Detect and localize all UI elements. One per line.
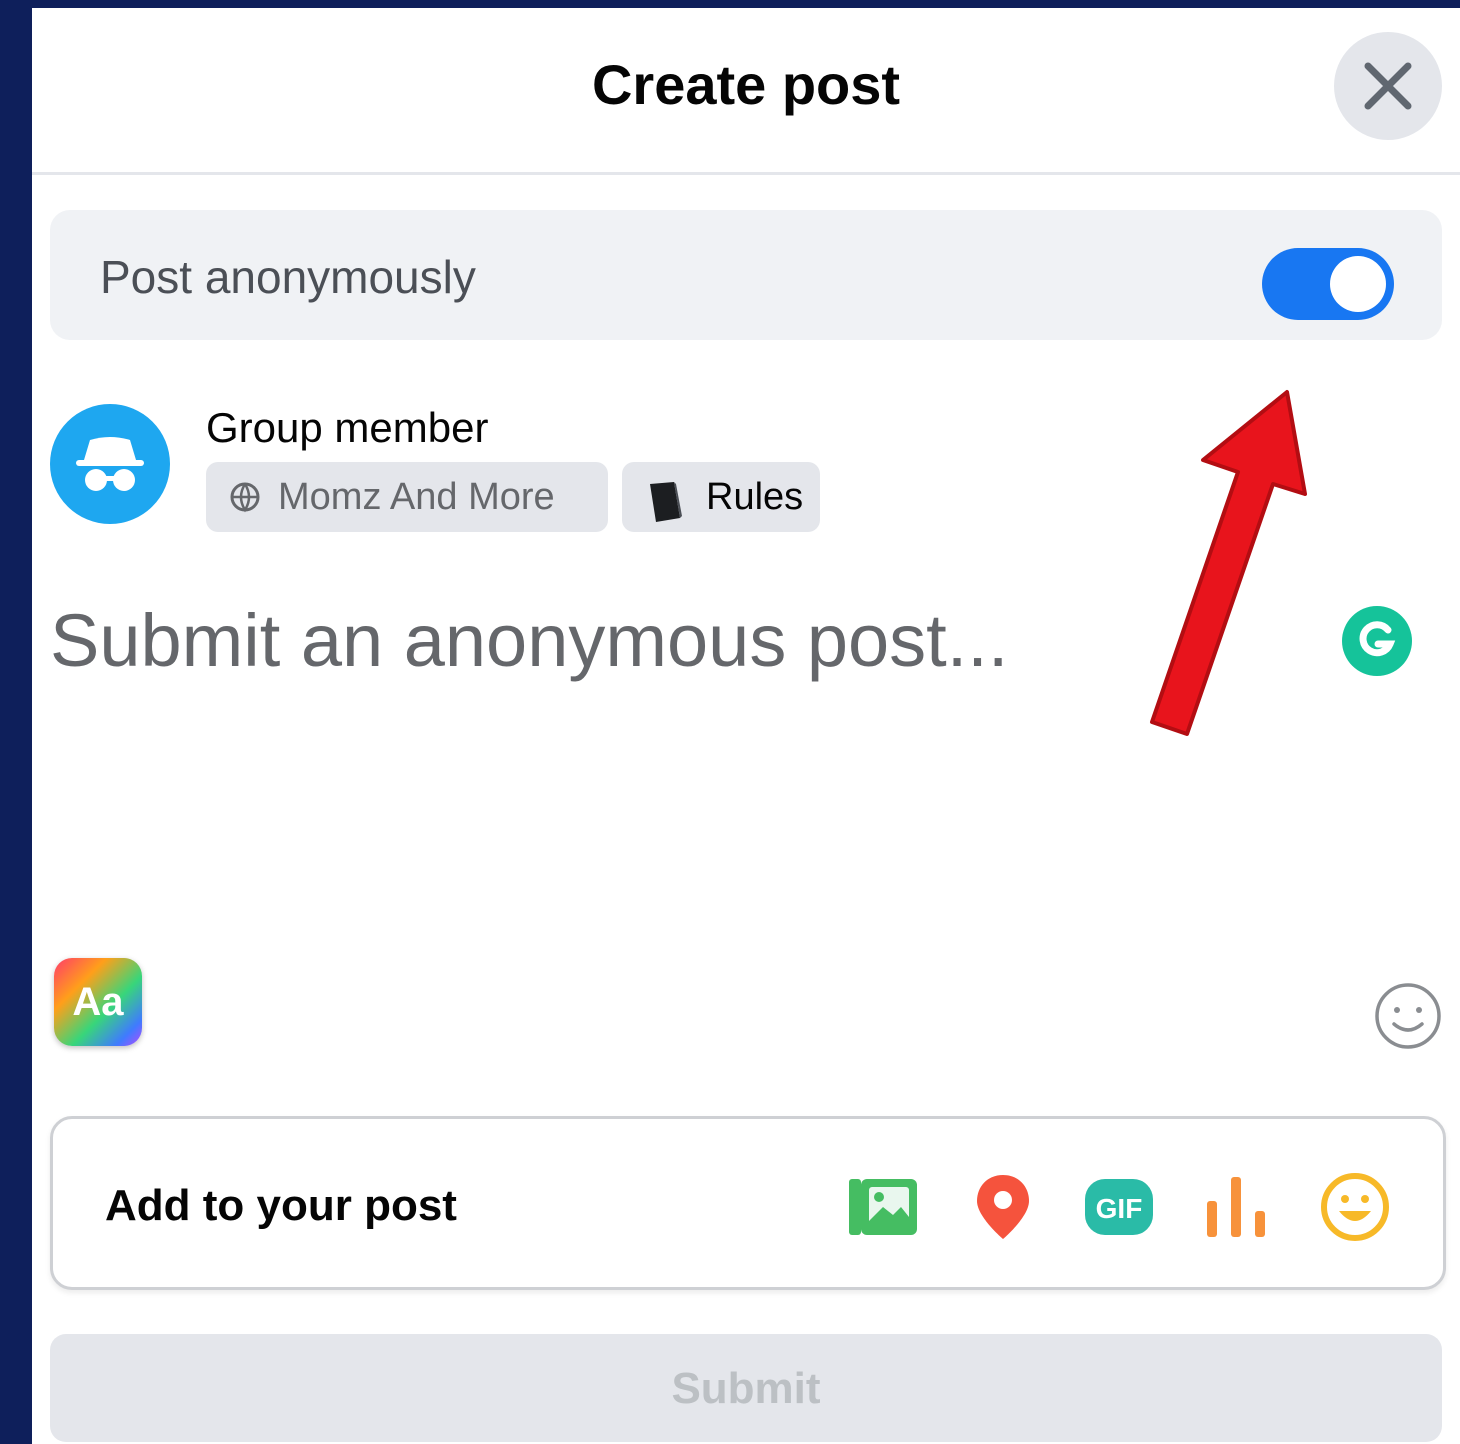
gif-icon: GIF (1085, 1179, 1153, 1235)
avatar (50, 404, 170, 524)
poll-icon (1207, 1177, 1265, 1237)
dialog-header: Create post (32, 8, 1460, 175)
poll-button[interactable] (1201, 1171, 1273, 1243)
photo-icon (849, 1179, 917, 1235)
post-anonymously-toggle[interactable] (1262, 248, 1394, 320)
emoji-button[interactable] (1372, 980, 1444, 1052)
submit-button[interactable]: Submit (50, 1334, 1442, 1442)
rules-chip-label: Rules (706, 476, 804, 518)
add-to-post-label: Add to your post (105, 1181, 457, 1230)
grammarly-icon (1359, 621, 1396, 657)
text-background-button[interactable]: Aa (54, 958, 142, 1046)
dialog-title: Create post (591, 53, 901, 116)
group-chip[interactable]: Momz And More (206, 462, 608, 532)
create-post-dialog: Create post Post anonymously Group membe… (32, 8, 1460, 1444)
group-chip-label: Momz And More (278, 476, 555, 518)
feeling-activity-button[interactable] (1319, 1171, 1391, 1243)
post-anonymously-label: Post anonymously (100, 251, 476, 303)
globe-icon (230, 482, 260, 513)
incognito-icon (76, 437, 144, 491)
svg-text:GIF: GIF (1096, 1193, 1143, 1224)
close-icon (1364, 62, 1412, 110)
grammarly-button[interactable] (1342, 606, 1412, 676)
close-button[interactable] (1334, 32, 1442, 140)
gif-button[interactable]: GIF (1083, 1171, 1155, 1243)
location-pin-icon (977, 1175, 1029, 1239)
check-in-button[interactable] (967, 1171, 1039, 1243)
author-name: Group member (206, 404, 489, 451)
add-to-post-box: Add to your post GIF (50, 1116, 1446, 1290)
smiley-icon (1375, 983, 1441, 1049)
photo-video-button[interactable] (847, 1171, 919, 1243)
feeling-icon (1321, 1173, 1389, 1241)
book-icon (650, 482, 682, 522)
post-text-input[interactable]: Submit an anonymous post... (50, 598, 1008, 683)
rules-chip[interactable]: Rules (622, 462, 820, 532)
toggle-knob (1330, 256, 1386, 312)
post-anonymously-row[interactable]: Post anonymously (50, 210, 1442, 340)
